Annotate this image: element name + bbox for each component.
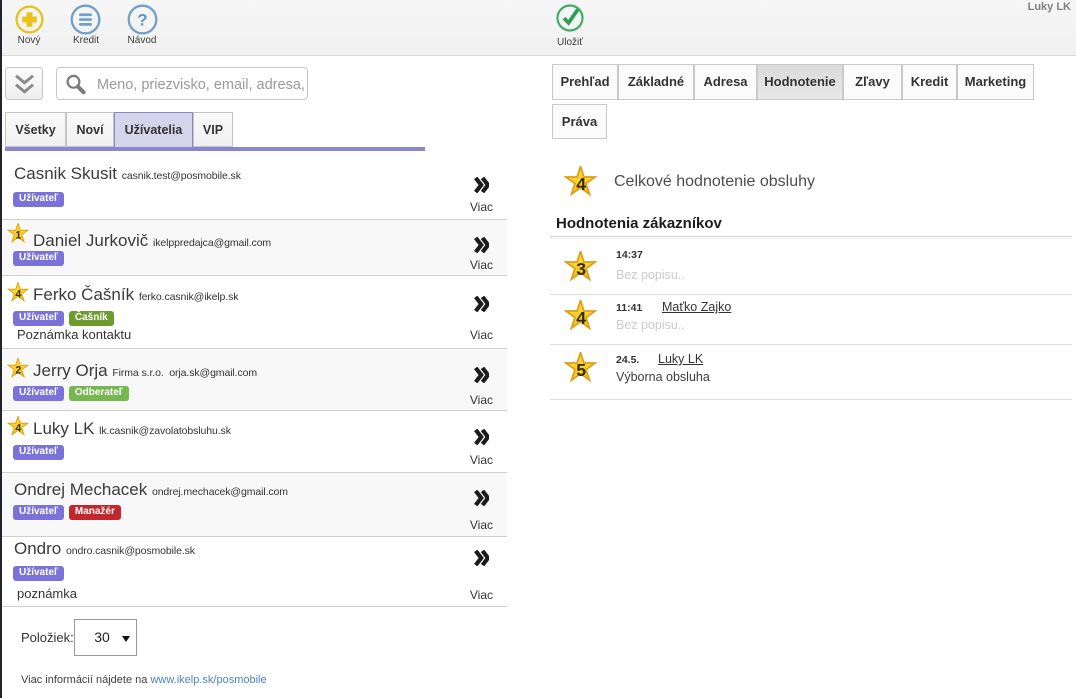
svg-text:4: 4 [15, 423, 21, 435]
svg-text:1: 1 [15, 230, 21, 242]
svg-text:2: 2 [15, 365, 21, 377]
svg-text:4: 4 [15, 289, 21, 301]
svg-text:3: 3 [576, 259, 586, 279]
svg-text:4: 4 [576, 174, 586, 194]
svg-text:?: ? [137, 11, 147, 30]
svg-text:4: 4 [576, 308, 586, 328]
svg-text:5: 5 [576, 360, 586, 380]
